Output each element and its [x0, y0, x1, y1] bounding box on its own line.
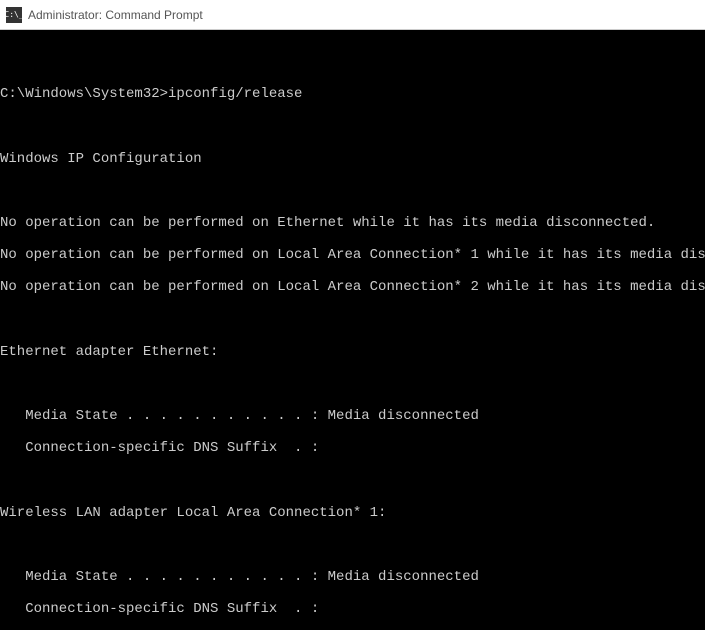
- adapter-title: Wireless LAN adapter Local Area Connecti…: [0, 505, 705, 521]
- blank-line: [0, 376, 705, 392]
- adapter-title: Ethernet adapter Ethernet:: [0, 344, 705, 360]
- blank-line: [0, 312, 705, 328]
- blank-line: [0, 118, 705, 134]
- adapter-row: Media State . . . . . . . . . . . : Medi…: [0, 569, 705, 585]
- blank-line: [0, 537, 705, 553]
- output-header: Windows IP Configuration: [0, 151, 705, 167]
- prompt-line: C:\Windows\System32>ipconfig/release: [0, 86, 705, 102]
- title-bar[interactable]: Administrator: Command Prompt: [0, 0, 705, 30]
- blank-line: [0, 54, 705, 70]
- noop-line: No operation can be performed on Etherne…: [0, 215, 705, 231]
- blank-line: [0, 473, 705, 489]
- adapter-row: Connection-specific DNS Suffix . :: [0, 440, 705, 456]
- prompt: C:\Windows\System32>: [0, 86, 168, 102]
- command: ipconfig/release: [168, 86, 302, 102]
- window-title: Administrator: Command Prompt: [28, 8, 203, 22]
- adapter-row: Connection-specific DNS Suffix . :: [0, 601, 705, 617]
- noop-line: No operation can be performed on Local A…: [0, 247, 705, 263]
- cmd-icon: [6, 7, 22, 23]
- terminal-output[interactable]: C:\Windows\System32>ipconfig/release Win…: [0, 30, 705, 630]
- noop-line: No operation can be performed on Local A…: [0, 279, 705, 295]
- blank-line: [0, 183, 705, 199]
- adapter-row: Media State . . . . . . . . . . . : Medi…: [0, 408, 705, 424]
